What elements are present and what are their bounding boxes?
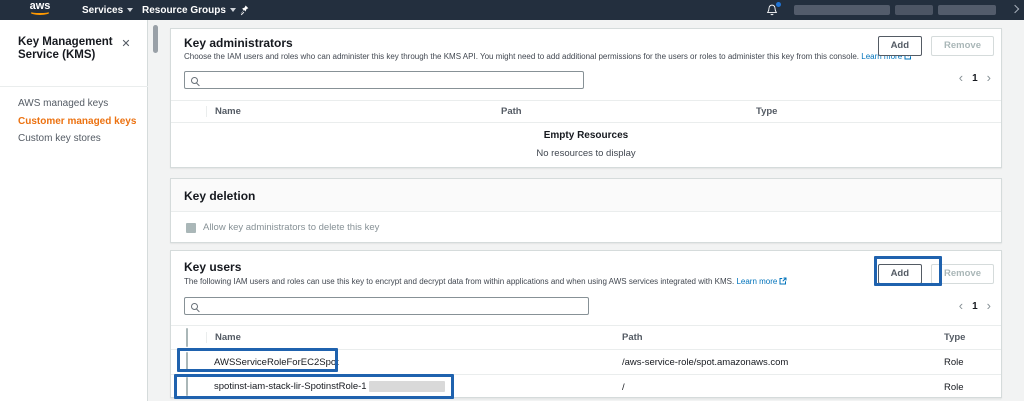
key-users-table: Name Path Type AWSServiceRoleForEC2Spot … [171, 325, 1001, 400]
search-input[interactable] [184, 297, 589, 315]
external-link-icon [779, 277, 787, 287]
search-icon [191, 77, 198, 84]
select-all-checkbox[interactable] [186, 328, 188, 347]
remove-button[interactable]: Remove [931, 264, 994, 284]
remove-button[interactable]: Remove [931, 36, 994, 56]
table-row[interactable]: spotinst-iam-stack-lir-SpotinstRole-1 / … [171, 375, 1001, 400]
sidebar-item-custom-key-stores[interactable]: Custom key stores [18, 133, 142, 144]
services-menu[interactable]: Services [82, 0, 133, 20]
key-administrators-table: Name Path Type [171, 100, 1001, 123]
account-info-redacted[interactable] [794, 5, 996, 15]
top-navigation-bar: aws Services Resource Groups [0, 0, 1024, 20]
page-previous-icon[interactable]: ‹ [959, 300, 963, 312]
cell-path: / [622, 382, 944, 393]
pin-icon[interactable] [240, 0, 249, 20]
page-number[interactable]: 1 [972, 301, 978, 312]
row-checkbox[interactable] [186, 352, 188, 371]
aws-logo-text: aws [30, 0, 51, 12]
row-checkbox-cell [171, 353, 214, 371]
redacted-block [895, 5, 933, 15]
sidebar-item-aws-managed-keys[interactable]: AWS managed keys [18, 98, 142, 109]
column-header-path: Path [501, 106, 756, 117]
chevron-down-icon [1011, 5, 1019, 13]
column-header-type: Type [944, 332, 1001, 343]
notification-badge [776, 2, 781, 7]
resource-groups-menu-label: Resource Groups [142, 5, 226, 16]
cell-path: /aws-service-role/spot.amazonaws.com [622, 357, 944, 368]
add-button[interactable]: Add [878, 36, 922, 56]
search-icon [191, 303, 198, 310]
page-next-icon[interactable]: › [987, 300, 991, 312]
column-header-name: Name [206, 332, 622, 343]
services-menu-label: Services [82, 5, 123, 16]
close-icon[interactable]: ✕ [118, 36, 134, 52]
add-button[interactable]: Add [878, 264, 922, 284]
cell-type: Role [944, 357, 1001, 368]
empty-state-subtitle: No resources to display [171, 148, 1001, 159]
resource-groups-menu[interactable]: Resource Groups [142, 0, 236, 20]
search-input[interactable] [184, 71, 584, 89]
allow-deletion-checkbox[interactable] [186, 223, 196, 233]
notifications-bell-icon[interactable] [766, 4, 780, 17]
section-title: Key deletion [184, 189, 255, 203]
redacted-name-suffix [369, 381, 445, 392]
key-deletion-option-row: Allow key administrators to delete this … [186, 222, 379, 233]
table-header-row: Name Path Type [171, 325, 1001, 350]
kms-sidebar: Key Management Service (KMS) ✕ AWS manag… [0, 20, 148, 401]
section-description: Choose the IAM users and roles who can a… [184, 52, 964, 62]
cell-name: spotinst-iam-stack-lir-SpotinstRole-1 [214, 381, 622, 392]
sidebar-title: Key Management Service (KMS) [18, 36, 118, 62]
pagination: ‹ 1 › [959, 300, 991, 312]
sidebar-item-customer-managed-keys[interactable]: Customer managed keys [18, 116, 142, 127]
key-deletion-section: Key deletion Allow key administrators to… [170, 178, 1002, 243]
key-administrators-section: Key administrators Choose the IAM users … [170, 28, 1002, 168]
table-header-row: Name Path Type [171, 100, 1001, 123]
page-number[interactable]: 1 [972, 73, 978, 84]
column-header-path: Path [622, 332, 944, 343]
table-row[interactable]: AWSServiceRoleForEC2Spot /aws-service-ro… [171, 350, 1001, 375]
page-previous-icon[interactable]: ‹ [959, 72, 963, 84]
allow-deletion-label: Allow key administrators to delete this … [203, 222, 379, 233]
empty-state-title: Empty Resources [171, 130, 1001, 141]
sidebar-divider [0, 86, 148, 87]
cell-name-text: spotinst-iam-stack-lir-SpotinstRole-1 [214, 382, 367, 393]
chevron-down-icon [230, 8, 236, 12]
vertical-scrollbar-thumb[interactable] [153, 25, 158, 53]
page-next-icon[interactable]: › [987, 72, 991, 84]
section-title: Key users [184, 260, 241, 274]
section-header-band [171, 179, 1001, 212]
cell-type: Role [944, 382, 1001, 393]
empty-state: Empty Resources No resources to display [171, 126, 1001, 159]
aws-logo[interactable]: aws [28, 1, 52, 15]
row-checkbox-cell [171, 378, 214, 396]
column-header-name: Name [206, 106, 501, 117]
section-title: Key administrators [184, 36, 293, 50]
redacted-block [938, 5, 996, 15]
section-description: The following IAM users and roles can us… [184, 277, 964, 287]
description-text: The following IAM users and roles can us… [184, 277, 734, 286]
description-text: Choose the IAM users and roles who can a… [184, 52, 859, 61]
chevron-down-icon [127, 8, 133, 12]
learn-more-link[interactable]: Learn more [736, 277, 777, 286]
key-users-section: Key users The following IAM users and ro… [170, 250, 1002, 398]
redacted-block [794, 5, 890, 15]
column-header-type: Type [756, 106, 1001, 117]
pagination: ‹ 1 › [959, 72, 991, 84]
row-checkbox[interactable] [186, 377, 188, 396]
cell-name: AWSServiceRoleForEC2Spot [214, 357, 622, 368]
